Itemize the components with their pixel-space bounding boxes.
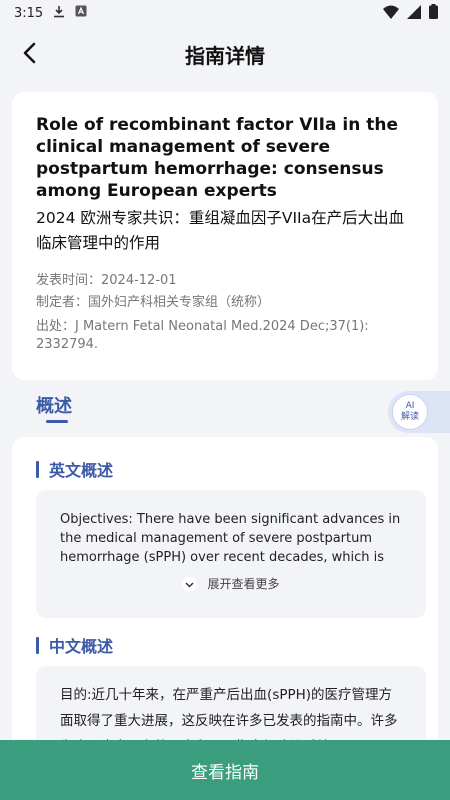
section-marker — [36, 636, 39, 654]
guideline-title-en: Role of recombinant factor VIIa in the c… — [36, 115, 398, 201]
back-button[interactable] — [14, 40, 44, 70]
ai-sublabel: 解读 — [400, 412, 419, 422]
en-summary-box: Objectives: There have been significant … — [36, 490, 426, 618]
tab-active-indicator — [46, 420, 68, 423]
ai-icon: AI 解读 — [392, 394, 428, 430]
view-guideline-button[interactable]: 查看指南 — [0, 740, 450, 800]
ai-label: AI — [405, 401, 415, 411]
guideline-info-card: Role of recombinant factor VIIa in the c… — [12, 92, 438, 380]
page-title: 指南详情 — [185, 43, 265, 68]
signal-icon — [407, 4, 421, 23]
battery-icon — [429, 4, 438, 23]
en-summary-heading: 英文概述 — [36, 457, 113, 481]
cn-summary-title: 中文概述 — [49, 637, 114, 656]
en-summary-title: 英文概述 — [49, 461, 114, 480]
section-marker — [36, 460, 39, 478]
guideline-author: 制定者：国外妇产科相关专家组（统称） — [36, 295, 271, 310]
en-summary-text: Objectives: There have been significant … — [60, 512, 401, 565]
tab-overview[interactable]: 概述 — [36, 392, 72, 418]
ai-interpret-button[interactable]: AI 解读 — [388, 391, 450, 433]
chevron-down-icon — [182, 577, 198, 592]
header: 指南详情 — [0, 26, 450, 82]
publish-date: 发表时间：2024-12-01 — [36, 273, 177, 288]
expand-more-button[interactable]: 展开查看更多 — [60, 575, 402, 594]
status-time: 3:15 — [14, 5, 44, 21]
notification-a-icon — [75, 5, 87, 21]
guideline-title-cn: 2024 欧洲专家共识：重组凝血因子VIIa在产后大出血临床管理中的作用 — [36, 209, 405, 252]
download-icon — [53, 5, 65, 22]
status-bar: 3:15 — [0, 0, 450, 26]
guideline-source: 出处：J Matern Fetal Neonatal Med.2024 Dec;… — [36, 319, 369, 352]
chevron-left-icon — [22, 42, 36, 68]
wifi-icon — [383, 5, 399, 23]
cn-summary-heading: 中文概述 — [36, 633, 113, 657]
expand-more-label: 展开查看更多 — [207, 577, 280, 591]
